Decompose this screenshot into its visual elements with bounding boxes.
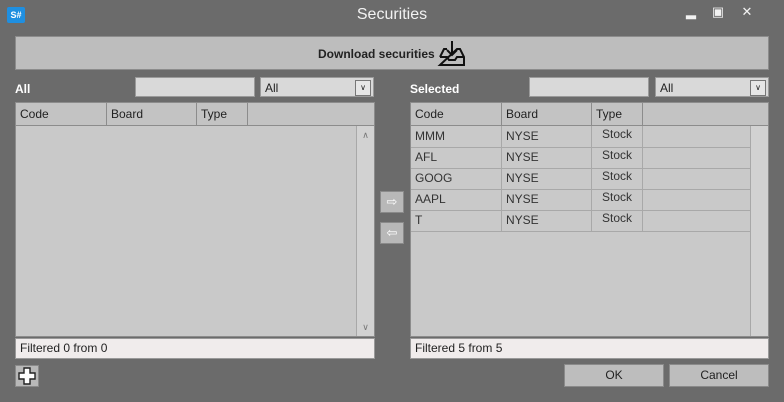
type-cell: Stock (592, 168, 643, 189)
download-securities-button[interactable]: Download securities (15, 36, 769, 70)
code-cell: AAPL (411, 189, 502, 210)
code-cell: MMM (411, 126, 502, 147)
board-cell: NYSE (502, 189, 592, 210)
all-label: All (15, 82, 31, 96)
selected-label: Selected (410, 82, 460, 96)
selected-filter-value: All (660, 81, 674, 95)
table-row[interactable]: T NYSE Stock (411, 210, 751, 232)
code-cell: AFL (411, 147, 502, 168)
all-securities-grid[interactable]: Code Board Type ∧ ∨ (15, 102, 375, 337)
selected-status-text: Filtered 5 from 5 (410, 338, 769, 359)
window-title: Securities (356, 6, 428, 23)
column-header-type[interactable]: Type (197, 103, 248, 125)
code-cell: T (411, 210, 502, 231)
all-grid-scrollbar[interactable]: ∧ ∨ (356, 126, 374, 336)
table-row[interactable]: MMM NYSE Stock (411, 126, 751, 148)
inbox-download-icon (437, 41, 465, 66)
table-row[interactable]: AFL NYSE Stock (411, 147, 751, 169)
chevron-down-icon: ∨ (355, 80, 371, 96)
minimize-icon[interactable]: ▂ (676, 2, 706, 22)
all-filter-select[interactable]: All ∨ (260, 77, 374, 97)
arrow-right-icon[interactable]: ⇨ (380, 191, 404, 213)
selected-filter-select[interactable]: All ∨ (655, 77, 769, 97)
board-cell: NYSE (502, 168, 592, 189)
all-filter-value: All (265, 81, 279, 95)
type-cell: Stock (592, 126, 643, 147)
maximize-icon[interactable]: ▣ (703, 2, 733, 22)
arrow-left-icon[interactable]: ⇦ (380, 222, 404, 244)
scroll-up-icon[interactable]: ∧ (357, 128, 374, 142)
type-cell: Stock (592, 210, 643, 231)
type-cell: Stock (592, 147, 643, 168)
table-row[interactable]: GOOG NYSE Stock (411, 168, 751, 190)
board-cell: NYSE (502, 210, 592, 231)
code-cell: GOOG (411, 168, 502, 189)
all-status-text: Filtered 0 from 0 (15, 338, 375, 359)
chevron-down-icon: ∨ (750, 80, 766, 96)
board-cell: NYSE (502, 126, 592, 147)
add-security-button[interactable] (15, 365, 39, 387)
selected-grid-scrollbar[interactable] (750, 126, 768, 336)
column-header-board[interactable]: Board (502, 103, 592, 125)
all-grid-header: Code Board Type (16, 103, 374, 126)
selected-securities-grid[interactable]: Code Board Type MMM NYSE Stock AFL NYSE … (410, 102, 769, 337)
column-header-code[interactable]: Code (16, 103, 107, 125)
ok-button[interactable]: OK (564, 364, 664, 387)
close-icon[interactable]: ✕ (732, 2, 762, 22)
column-header-board[interactable]: Board (107, 103, 197, 125)
selected-grid-header: Code Board Type (411, 103, 768, 126)
plus-icon (18, 367, 36, 385)
board-cell: NYSE (502, 147, 592, 168)
table-row[interactable]: AAPL NYSE Stock (411, 189, 751, 211)
download-securities-label: Download securities (318, 47, 435, 61)
column-header-type[interactable]: Type (592, 103, 643, 125)
selected-search-input[interactable] (529, 77, 649, 97)
type-cell: Stock (592, 189, 643, 210)
column-header-code[interactable]: Code (411, 103, 502, 125)
scroll-down-icon[interactable]: ∨ (357, 320, 374, 334)
cancel-button[interactable]: Cancel (669, 364, 769, 387)
all-search-input[interactable] (135, 77, 255, 97)
